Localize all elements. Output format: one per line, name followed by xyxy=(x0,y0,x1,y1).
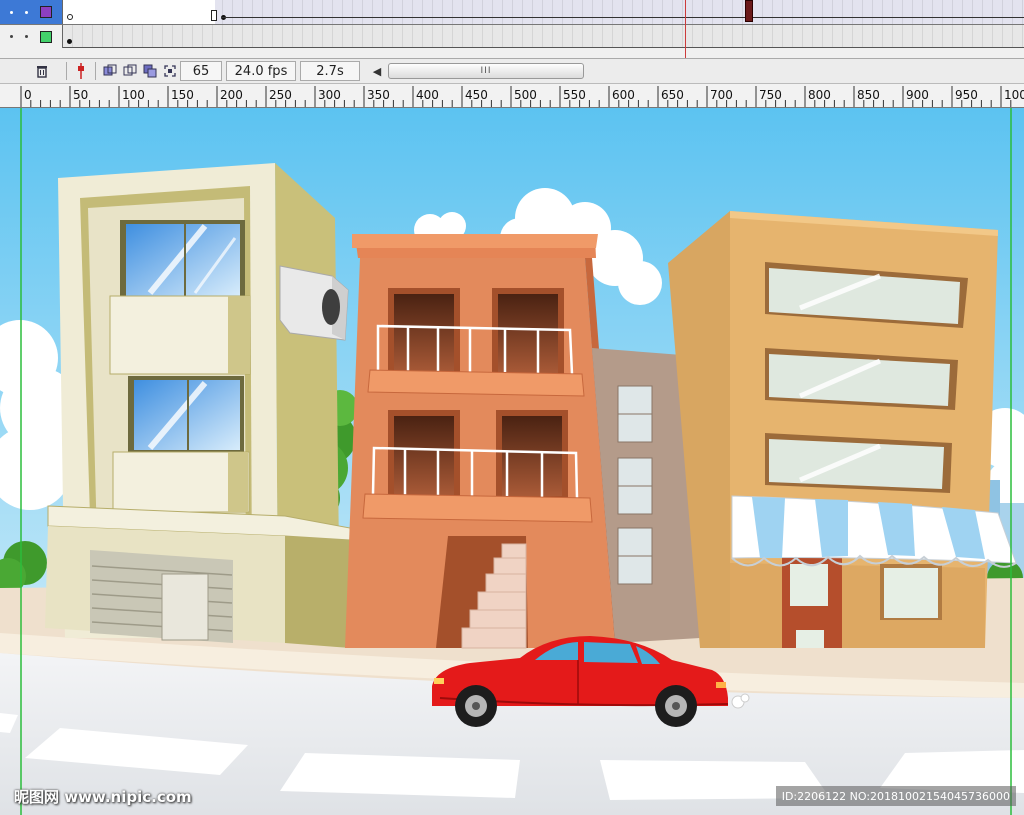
timeline-controls: 65 24.0 fps 2.7s ◀ III xyxy=(0,58,1024,84)
building-cream xyxy=(45,163,351,648)
playhead-handle[interactable] xyxy=(745,0,753,22)
separator xyxy=(66,62,67,80)
stage-artwork xyxy=(0,108,1024,815)
ruler-label: 200 xyxy=(220,88,243,102)
ruler-label: 600 xyxy=(612,88,635,102)
timeline-layers xyxy=(0,0,1024,58)
ruler-label: 1000 xyxy=(1004,88,1024,102)
current-frame-field[interactable]: 65 xyxy=(180,61,222,81)
frame-end-marker xyxy=(211,10,217,21)
layer-row-2[interactable] xyxy=(0,24,1024,48)
ruler-label: 550 xyxy=(563,88,586,102)
layer-frames-2[interactable] xyxy=(62,25,1024,48)
playhead-line xyxy=(685,0,686,58)
layer-controls-2 xyxy=(0,25,62,48)
center-frame-icon[interactable] xyxy=(100,61,120,81)
playhead-marker-icon[interactable] xyxy=(71,61,91,81)
watermark-site: 昵图网 www.nipic.com xyxy=(14,788,192,806)
ruler-label: 450 xyxy=(465,88,488,102)
ruler-label: 250 xyxy=(269,88,292,102)
ruler-label: 850 xyxy=(857,88,880,102)
ruler-label: 950 xyxy=(955,88,978,102)
layer-controls-1 xyxy=(0,0,62,24)
lock-toggle-dot[interactable] xyxy=(25,35,28,38)
layer-color-swatch[interactable] xyxy=(40,30,52,43)
trash-icon[interactable] xyxy=(32,61,52,81)
ruler-label: 300 xyxy=(318,88,341,102)
onion-skin-icon[interactable] xyxy=(120,61,140,81)
layer-color-swatch[interactable] xyxy=(40,6,52,18)
building-orange xyxy=(345,234,622,649)
separator xyxy=(95,62,96,80)
ruler-label: 400 xyxy=(416,88,439,102)
layer-actions xyxy=(0,61,62,81)
edit-multiple-frames-icon[interactable] xyxy=(160,61,180,81)
ruler-label: 150 xyxy=(171,88,194,102)
layer-frames-1[interactable] xyxy=(62,0,1024,24)
frame-rate-field[interactable]: 24.0 fps xyxy=(226,61,296,81)
layer-row-1[interactable] xyxy=(0,0,1024,24)
ruler-label: 900 xyxy=(906,88,929,102)
ruler-label: 800 xyxy=(808,88,831,102)
tween-line xyxy=(221,17,1024,18)
tan-windows xyxy=(765,262,968,493)
watermark-id: ID:2206122 NO:20181002154045736000 xyxy=(775,786,1016,806)
eye-toggle-dot[interactable] xyxy=(10,10,13,14)
ruler-label: 50 xyxy=(73,88,89,102)
frame-span xyxy=(63,0,215,24)
ruler-label: 650 xyxy=(661,88,684,102)
lock-toggle-dot[interactable] xyxy=(25,10,28,14)
ruler-label: 700 xyxy=(710,88,733,102)
ruler-label: 750 xyxy=(759,88,782,102)
frame-border xyxy=(63,47,1024,48)
horizontal-ruler: 0 50 100 150 200 250 300 350 400 450 500 550 600 650 7… xyxy=(0,84,1024,108)
building-tan xyxy=(668,211,1017,648)
onion-skin-outlines-icon[interactable] xyxy=(140,61,160,81)
ruler-label: 100 xyxy=(122,88,145,102)
empty-keyframe[interactable] xyxy=(67,14,73,20)
horizontal-scrollbar-thumb[interactable]: III xyxy=(388,63,584,79)
ruler-label: 350 xyxy=(367,88,390,102)
stage-canvas[interactable] xyxy=(0,108,1024,815)
ruler-label: 0 xyxy=(24,88,32,102)
ruler-label: 500 xyxy=(514,88,537,102)
elapsed-time-field: 2.7s xyxy=(300,61,360,81)
eye-toggle-dot[interactable] xyxy=(10,35,13,38)
keyframe[interactable] xyxy=(67,39,72,44)
scroll-left-arrow-icon[interactable]: ◀ xyxy=(370,65,384,78)
